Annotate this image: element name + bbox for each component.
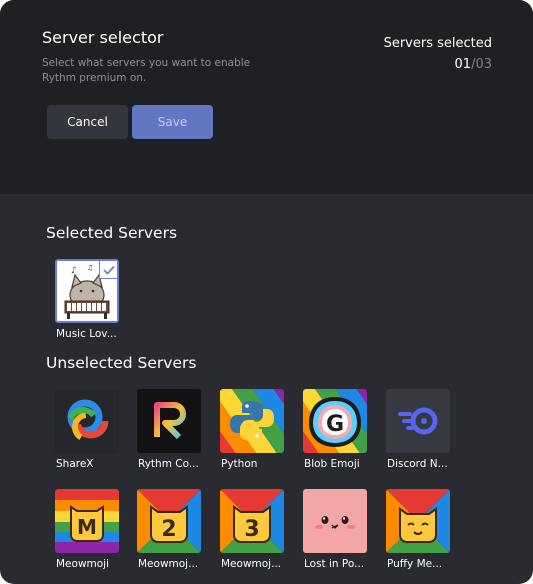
modal-header: Server selector Select what servers you … — [0, 0, 533, 194]
server-tile-meowmoji-2[interactable]: 2 Meowmoj... — [137, 489, 201, 570]
server-name: Discord N... — [387, 458, 448, 470]
svg-text:G: G — [326, 412, 344, 437]
meowmoji-m-icon: M — [55, 489, 119, 553]
svg-text:♪: ♪ — [71, 266, 77, 276]
modal-description: Select what servers you want to enable R… — [42, 57, 251, 84]
server-name: Blob Emoji — [304, 458, 360, 470]
python-logo-icon — [220, 389, 284, 453]
blob-g-icon: G — [303, 389, 367, 453]
pink-face-icon — [303, 489, 367, 553]
server-name: Lost in Po... — [304, 558, 365, 570]
meowmoji-3-icon: 3 — [220, 489, 284, 553]
discord-nitro-icon — [386, 389, 450, 453]
server-tile-puffy-meow[interactable]: Puffy Me... — [386, 489, 450, 570]
server-tile-lost-in-pot[interactable]: Lost in Po... — [303, 489, 367, 570]
server-tile-meowmoji-3[interactable]: 3 Meowmoj... — [220, 489, 284, 570]
svg-text:♫: ♫ — [87, 264, 93, 272]
server-name: Rythm Co... — [138, 458, 199, 470]
sharex-icon — [55, 389, 119, 453]
server-tile-discord-nitro[interactable]: Discord N... — [386, 389, 450, 470]
selected-check-icon — [99, 261, 117, 279]
server-name: Music Lov... — [56, 328, 117, 340]
modal-title: Server selector — [42, 28, 164, 47]
rythm-logo-icon — [137, 389, 201, 453]
servers-selected-label: Servers selected — [383, 36, 492, 51]
server-selector-modal: Server selector Select what servers you … — [0, 0, 533, 584]
selected-count-total: 03 — [475, 57, 492, 72]
server-name: Meowmoj... — [138, 558, 199, 570]
servers-selected-count: 01/03 — [455, 57, 492, 72]
svg-text:3: 3 — [244, 517, 259, 542]
meowmoji-2-icon: 2 — [137, 489, 201, 553]
unselected-servers-heading: Unselected Servers — [46, 354, 197, 372]
server-name: Meowmoji — [56, 558, 110, 570]
server-tile-sharex[interactable]: ShareX — [55, 389, 119, 470]
server-tile-meowmoji[interactable]: M Meowmoji — [55, 489, 119, 570]
svg-text:M: M — [77, 515, 97, 539]
server-name: Python — [221, 458, 258, 470]
svg-text:2: 2 — [161, 517, 176, 542]
selected-count-current: 01 — [454, 57, 472, 72]
selected-servers-heading: Selected Servers — [46, 224, 178, 242]
pusheen-piano-icon: ♪ ♫ — [55, 259, 119, 323]
puffy-cat-icon — [386, 489, 450, 553]
server-tile-python[interactable]: Python — [220, 389, 284, 470]
server-name: ShareX — [56, 458, 94, 470]
save-button[interactable]: Save — [132, 105, 213, 139]
server-name: Meowmoj... — [221, 558, 282, 570]
server-tile-blob-emoji[interactable]: G Blob Emoji — [303, 389, 367, 470]
server-tile-rythm-community[interactable]: Rythm Co... — [137, 389, 201, 470]
server-name: Puffy Me... — [387, 558, 443, 570]
cancel-button[interactable]: Cancel — [47, 105, 128, 139]
server-tile-music-lovers[interactable]: ♪ ♫ Music Lov... — [55, 259, 119, 340]
